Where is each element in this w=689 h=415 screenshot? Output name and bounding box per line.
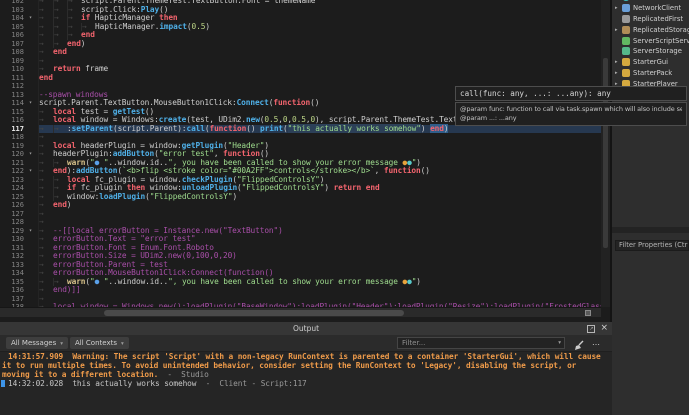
output-toolbar: All Messages▾ All Contexts▾ Filter...▾ … bbox=[0, 335, 612, 352]
gutter-line[interactable]: 105 bbox=[0, 23, 38, 32]
starter-pack-icon bbox=[622, 69, 630, 77]
tooltip-param-line: @param func: function to call via task.s… bbox=[460, 105, 682, 114]
explorer-item-replicatedstorage[interactable]: ▸ReplicatedStorage bbox=[612, 24, 689, 35]
gutter-line[interactable]: 127 bbox=[0, 210, 38, 219]
gutter-line[interactable]: 103 bbox=[0, 6, 38, 15]
replicated-first-icon bbox=[622, 15, 630, 23]
replicated-storage-icon bbox=[622, 26, 630, 34]
gutter-line[interactable]: 134 bbox=[0, 269, 38, 278]
gutter-line[interactable]: 104▾ bbox=[0, 14, 38, 23]
server-storage-icon bbox=[622, 47, 630, 55]
chevron-down-icon: ▾ bbox=[558, 338, 561, 348]
code-line-126[interactable]: →end) bbox=[39, 201, 601, 210]
warning-message-line[interactable]: 14:31:57.909 Warning: The script 'Script… bbox=[0, 352, 612, 361]
output-title: Output bbox=[0, 322, 612, 335]
gutter-line[interactable]: 129▾ bbox=[0, 227, 38, 236]
gutter-line[interactable]: 124 bbox=[0, 184, 38, 193]
code-line-109[interactable]: → bbox=[39, 57, 601, 66]
horizontal-scrollbar-thumb[interactable] bbox=[104, 310, 404, 316]
gutter-line[interactable]: 132 bbox=[0, 252, 38, 261]
clear-output-icon[interactable] bbox=[572, 337, 586, 349]
close-icon[interactable]: × bbox=[600, 322, 608, 335]
gutter-line[interactable]: 122▾ bbox=[0, 167, 38, 176]
output-messages[interactable]: 14:31:57.909 Warning: The script 'Script… bbox=[0, 352, 612, 415]
gutter-line[interactable]: 111 bbox=[0, 74, 38, 83]
gutter-line[interactable]: 128 bbox=[0, 218, 38, 227]
info-message-line[interactable]: 14:32:02.028 this actually works somehow… bbox=[0, 379, 612, 388]
gutter-line[interactable]: 108 bbox=[0, 48, 38, 57]
properties-panel: Filter Properties (Ctrl+Shift+P) bbox=[612, 233, 689, 415]
horizontal-scrollbar[interactable] bbox=[0, 307, 601, 317]
tooltip-signature: call(func: any, ...: ...any): any bbox=[455, 86, 687, 101]
gutter-line[interactable]: 116 bbox=[0, 116, 38, 125]
gutter-line[interactable]: 117 bbox=[0, 125, 38, 134]
gutter-line[interactable]: 112 bbox=[0, 82, 38, 91]
more-options-icon[interactable]: … bbox=[592, 335, 600, 350]
code-line-136[interactable]: →end)]] bbox=[39, 286, 601, 295]
output-panel: Output ↗ × All Messages▾ All Contexts▾ F… bbox=[0, 322, 612, 415]
gutter-line[interactable]: 123 bbox=[0, 176, 38, 185]
code-area[interactable]: →→→script.Parent.ThemeTest.TextButton.Fo… bbox=[38, 0, 601, 307]
gutter-line[interactable]: 118 bbox=[0, 133, 38, 142]
messages-filter-dropdown[interactable]: All Messages▾ bbox=[6, 337, 68, 349]
gutter-line[interactable]: 126 bbox=[0, 201, 38, 210]
explorer-item-serverstorage[interactable]: ServerStorage bbox=[612, 46, 689, 57]
vertical-scrollbar[interactable] bbox=[601, 0, 610, 307]
gutter-line[interactable]: 136 bbox=[0, 286, 38, 295]
properties-filter-input[interactable]: Filter Properties (Ctrl+Shift+P) bbox=[615, 240, 689, 251]
code-line-135[interactable]: →→warn("● "..window.id..", you have been… bbox=[39, 278, 601, 287]
gutter-line[interactable]: 131 bbox=[0, 244, 38, 253]
gutter-line[interactable]: 106 bbox=[0, 31, 38, 40]
code-line-125[interactable]: →→window:loadPlugin("FlippedControlsY") bbox=[39, 193, 601, 202]
code-line-111[interactable]: end bbox=[39, 74, 601, 83]
explorer-item-serverscriptservice[interactable]: ServerScriptService bbox=[612, 35, 689, 46]
explorer-item-starterpack[interactable]: ▸StarterPack bbox=[612, 68, 689, 79]
gutter-line[interactable]: 121 bbox=[0, 159, 38, 168]
server-script-icon bbox=[622, 37, 630, 45]
contexts-filter-dropdown[interactable]: All Contexts▾ bbox=[70, 337, 129, 349]
code-line-106[interactable]: →→→end bbox=[39, 31, 601, 40]
message-marker bbox=[1, 380, 5, 387]
gutter-line[interactable]: 115 bbox=[0, 108, 38, 117]
output-header[interactable]: Output ↗ × bbox=[0, 322, 612, 335]
network-icon bbox=[622, 4, 630, 12]
code-line-107[interactable]: →→end) bbox=[39, 40, 601, 49]
warning-message-line[interactable]: moving it to a different location. - Stu… bbox=[0, 370, 612, 379]
gutter-line[interactable]: 130 bbox=[0, 235, 38, 244]
explorer-item-networkclient[interactable]: ▸NetworkClient bbox=[612, 3, 689, 14]
gutter-line[interactable]: 137 bbox=[0, 295, 38, 304]
tooltip-param-line: @param ...: ...any bbox=[460, 114, 682, 123]
line-number-gutter[interactable]: 102103104▾105106107108109110111112113114… bbox=[0, 0, 38, 307]
code-line-110[interactable]: →return frame bbox=[39, 65, 601, 74]
gutter-line[interactable]: 119 bbox=[0, 142, 38, 151]
right-panel-column: MaterialService▸NetworkClientReplicatedF… bbox=[612, 0, 689, 415]
script-editor[interactable]: 102103104▾105106107108109110111112113114… bbox=[0, 0, 610, 322]
gutter-line[interactable]: 114▾ bbox=[0, 99, 38, 108]
explorer-item-startergui[interactable]: ▸StarterGui bbox=[612, 57, 689, 68]
material-icon bbox=[622, 0, 630, 1]
gutter-line[interactable]: 120▾ bbox=[0, 150, 38, 159]
scrollbar-corner-icon[interactable] bbox=[585, 310, 591, 316]
chevron-down-icon: ▾ bbox=[60, 341, 63, 347]
gutter-line[interactable]: 135 bbox=[0, 278, 38, 287]
warning-message-line[interactable]: it to run multiple times. To avoid unint… bbox=[0, 361, 612, 370]
gutter-line[interactable]: 110 bbox=[0, 65, 38, 74]
code-line-105[interactable]: →→→→HapticManager.impact(0.5) bbox=[39, 23, 601, 32]
gutter-line[interactable]: 133 bbox=[0, 261, 38, 270]
chevron-down-icon: ▾ bbox=[121, 341, 124, 347]
code-line-108[interactable]: →end bbox=[39, 48, 601, 57]
explorer-item-replicatedfirst[interactable]: ReplicatedFirst bbox=[612, 14, 689, 25]
popout-icon[interactable]: ↗ bbox=[587, 325, 595, 333]
tooltip-params: @param func: function to call via task.s… bbox=[455, 102, 687, 126]
signature-help-tooltip: call(func: any, ...: ...any): any @param… bbox=[455, 86, 687, 126]
code-line-127[interactable]: → bbox=[39, 210, 601, 219]
gutter-line[interactable]: 107 bbox=[0, 40, 38, 49]
gutter-line[interactable]: 113 bbox=[0, 91, 38, 100]
gutter-line[interactable]: 109 bbox=[0, 57, 38, 66]
output-filter-input[interactable]: Filter...▾ bbox=[397, 337, 565, 349]
starter-gui-icon bbox=[622, 58, 630, 66]
gutter-line[interactable]: 125 bbox=[0, 193, 38, 202]
